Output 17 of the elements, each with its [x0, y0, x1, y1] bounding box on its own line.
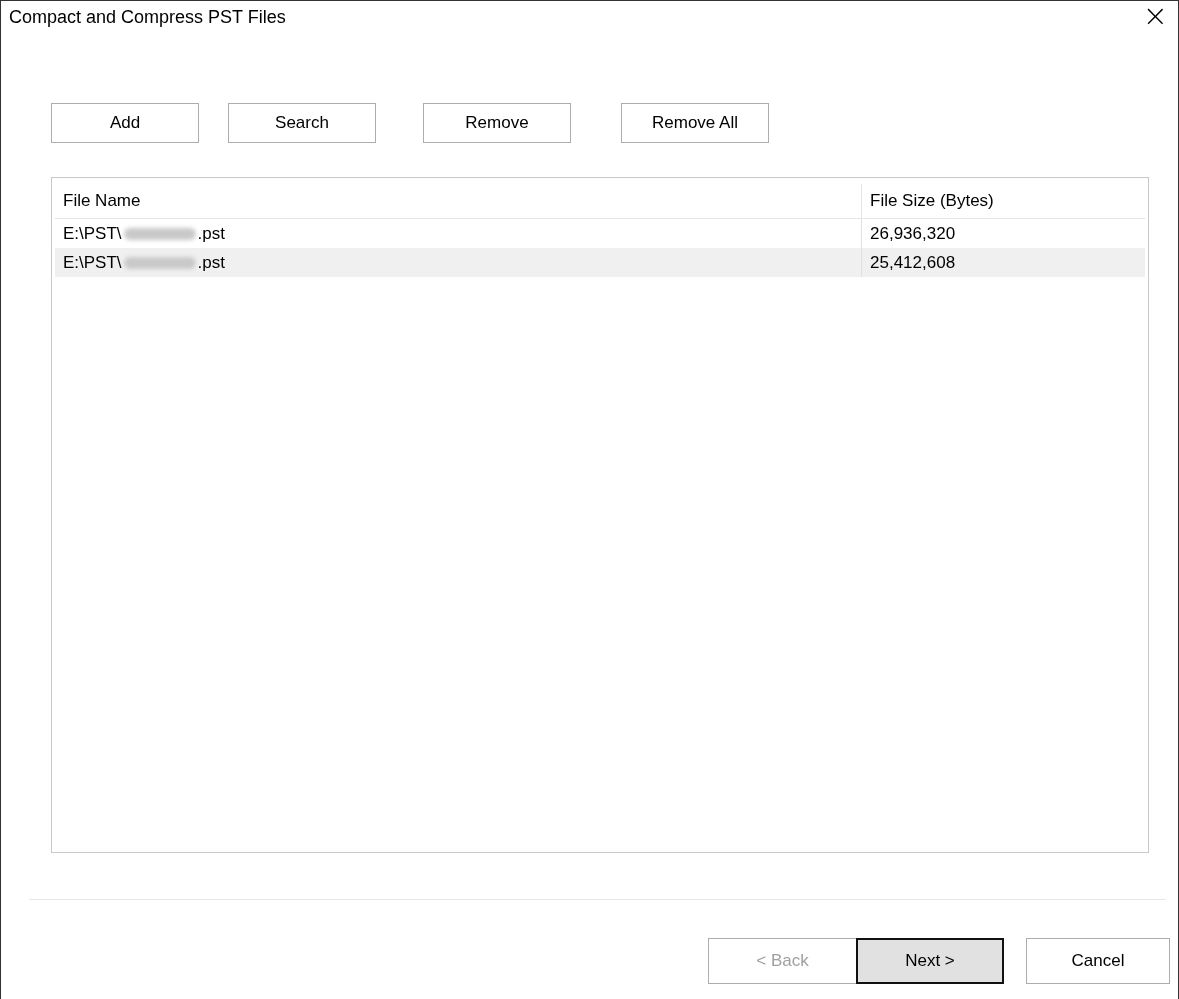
extension-text: .pst: [197, 223, 225, 244]
column-header[interactable]: File Size (Bytes): [861, 184, 1145, 218]
dialog-button[interactable]: Cancel: [1026, 938, 1170, 984]
path-text: E:\PST\: [63, 223, 122, 244]
dialog-button[interactable]: Next >: [856, 938, 1004, 984]
column-header[interactable]: File Name: [55, 184, 861, 218]
window-title: Compact and Compress PST Files: [9, 6, 286, 28]
toolbar-button[interactable]: Remove All: [621, 103, 769, 143]
file-size-text: 26,936,320: [870, 223, 956, 244]
toolbar-button[interactable]: Remove: [423, 103, 571, 143]
toolbar-button[interactable]: Add: [51, 103, 199, 143]
file-row[interactable]: E:\PST\ .pst 25,412,608: [55, 248, 1145, 277]
extension-text: .pst: [197, 252, 225, 273]
toolbar-button[interactable]: Search: [228, 103, 376, 143]
close-button[interactable]: ×: [1132, 1, 1178, 31]
path-text: E:\PST\: [63, 252, 122, 273]
file-size-text: 25,412,608: [870, 252, 956, 273]
